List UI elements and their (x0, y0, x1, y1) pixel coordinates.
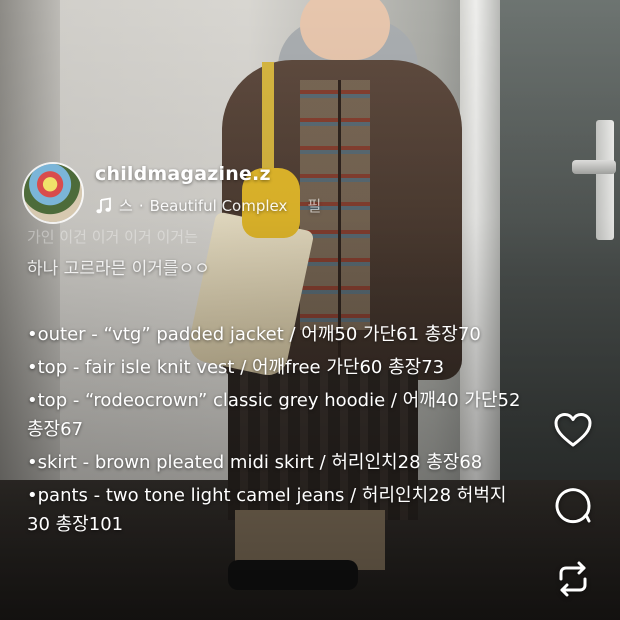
caption-item-skirt: •skirt - brown pleated midi skirt / 허리인치… (27, 452, 483, 473)
music-song-title: Beautiful Complex (149, 196, 288, 215)
avatar[interactable] (24, 164, 82, 222)
caption-item-list: •outer - “vtg” padded jacket / 어깨50 가단61… (27, 320, 527, 543)
caption-faded-line: 가인 이건 이거 이거 이거는 (27, 228, 198, 246)
reel-screen: childmagazine.z 스 · Beautiful Complex 필 … (0, 0, 620, 620)
like-button[interactable] (550, 409, 596, 455)
music-separator: · (138, 196, 144, 215)
repost-button[interactable] (550, 558, 596, 604)
repost-icon (553, 559, 593, 603)
comment-button[interactable] (550, 484, 596, 530)
caption-item-hoodie: •top - “rodeocrown” classic grey hoodie … (27, 390, 521, 440)
caption-item-vest: •top - fair isle knit vest / 어깨free 가단60… (27, 357, 445, 378)
caption-item-pants: •pants - two tone light camel jeans / 허리… (27, 485, 507, 535)
caption-lead: 하나 고르라믄 이거를ㅇㅇ (27, 259, 210, 279)
music-overflow-text: 필 (307, 197, 322, 215)
comment-icon (553, 485, 593, 529)
caption-item-outer: •outer - “vtg” padded jacket / 어깨50 가단61… (27, 324, 481, 345)
username[interactable]: childmagazine.z (95, 163, 271, 185)
music-info[interactable]: 스 · Beautiful Complex 필 (95, 195, 321, 216)
heart-icon (553, 412, 593, 452)
music-artist: 스 (119, 197, 133, 215)
music-note-icon (95, 196, 113, 215)
